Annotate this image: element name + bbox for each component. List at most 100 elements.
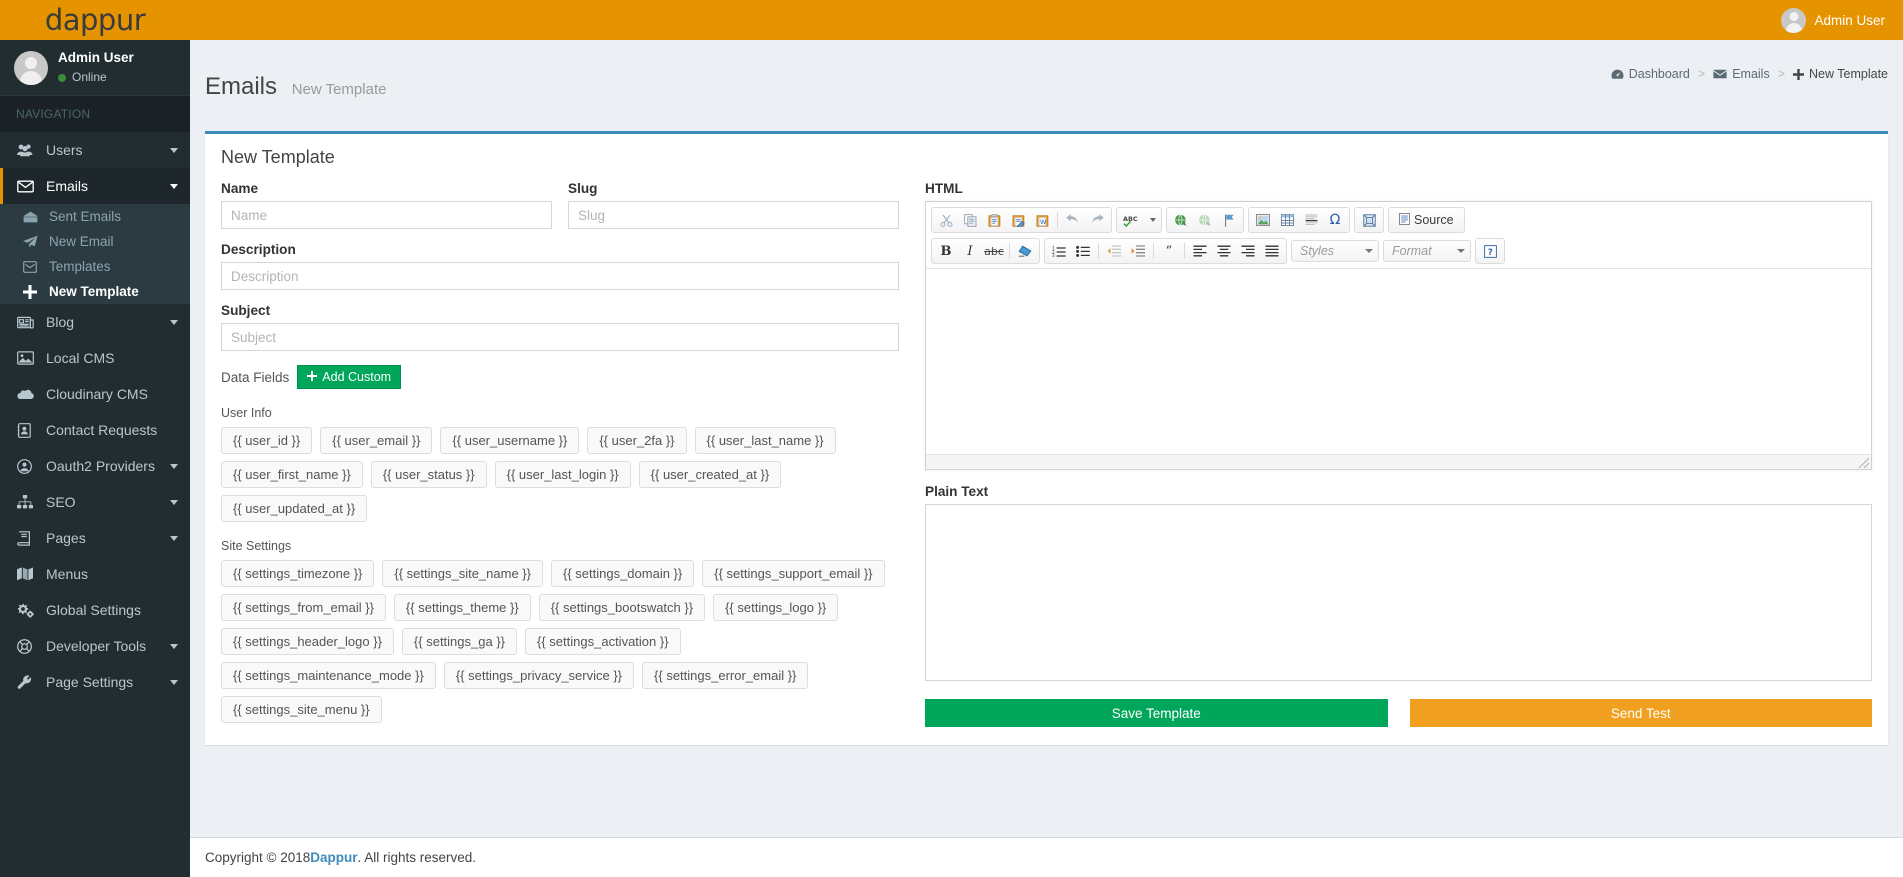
- data-field-tag[interactable]: {{ settings_maintenance_mode }}: [221, 662, 436, 689]
- html-editor-content[interactable]: [926, 269, 1871, 454]
- sidebar-item-page-settings[interactable]: Page Settings: [0, 664, 190, 700]
- anchor-icon[interactable]: [1218, 210, 1240, 230]
- box-body: Name Slug Description Subject: [205, 176, 1888, 745]
- numbered-list-icon[interactable]: 123: [1048, 241, 1070, 261]
- plus-icon: [307, 370, 317, 384]
- redo-icon[interactable]: [1086, 210, 1108, 230]
- sidebar-item-seo[interactable]: SEO: [0, 484, 190, 520]
- bold-icon[interactable]: B: [935, 241, 957, 261]
- name-input[interactable]: [221, 201, 552, 229]
- horizontal-rule-icon[interactable]: [1300, 210, 1322, 230]
- sidebar-item-oauth2-providers[interactable]: Oauth2 Providers: [0, 448, 190, 484]
- sidebar-item-label: Developer Tools: [46, 638, 164, 654]
- data-field-tag[interactable]: {{ user_last_name }}: [695, 427, 836, 454]
- data-field-tag[interactable]: {{ settings_site_menu }}: [221, 696, 382, 723]
- data-field-tag[interactable]: {{ user_2fa }}: [587, 427, 686, 454]
- plain-text-textarea[interactable]: [925, 504, 1872, 681]
- paste-icon[interactable]: [983, 210, 1005, 230]
- maximize-icon[interactable]: [1358, 210, 1380, 230]
- data-field-tag[interactable]: {{ user_updated_at }}: [221, 495, 367, 522]
- sidebar-logo[interactable]: dappur: [0, 0, 190, 40]
- data-field-tag[interactable]: {{ user_created_at }}: [639, 461, 782, 488]
- italic-icon[interactable]: I: [959, 241, 981, 261]
- table-icon[interactable]: [1276, 210, 1298, 230]
- sidebar-item-blog[interactable]: Blog: [0, 304, 190, 340]
- unlink-icon[interactable]: [1194, 210, 1216, 230]
- resize-handle-icon[interactable]: [1859, 458, 1869, 468]
- sidebar-item-cloudinary-cms[interactable]: Cloudinary CMS: [0, 376, 190, 412]
- sidebar-subitem-templates[interactable]: Templates: [0, 254, 190, 279]
- data-field-tag[interactable]: {{ settings_from_email }}: [221, 594, 386, 621]
- align-center-icon[interactable]: [1213, 241, 1235, 261]
- data-field-tag[interactable]: {{ settings_error_email }}: [642, 662, 808, 689]
- data-field-tag[interactable]: {{ user_last_login }}: [495, 461, 631, 488]
- data-field-tag[interactable]: {{ settings_header_logo }}: [221, 628, 394, 655]
- sidebar-item-label: Cloudinary CMS: [46, 386, 178, 402]
- special-char-icon[interactable]: Ω: [1324, 210, 1346, 230]
- align-left-icon[interactable]: [1189, 241, 1211, 261]
- name-group: Name: [221, 181, 552, 229]
- data-field-tag[interactable]: {{ settings_theme }}: [394, 594, 531, 621]
- data-field-tag[interactable]: {{ user_email }}: [320, 427, 432, 454]
- copy-icon[interactable]: [959, 210, 981, 230]
- data-field-tag[interactable]: {{ user_first_name }}: [221, 461, 363, 488]
- sidebar-subitem-new-template[interactable]: New Template: [0, 279, 190, 304]
- sidebar-item-developer-tools[interactable]: Developer Tools: [0, 628, 190, 664]
- add-custom-button[interactable]: Add Custom: [297, 365, 401, 389]
- description-input[interactable]: [221, 262, 899, 290]
- bulleted-list-icon[interactable]: [1072, 241, 1094, 261]
- data-field-tag[interactable]: {{ user_status }}: [371, 461, 487, 488]
- data-field-tag[interactable]: {{ user_id }}: [221, 427, 312, 454]
- link-icon[interactable]: [1170, 210, 1192, 230]
- slug-input[interactable]: [568, 201, 899, 229]
- data-field-tag[interactable]: {{ user_username }}: [440, 427, 579, 454]
- undo-icon[interactable]: [1062, 210, 1084, 230]
- breadcrumb-item-dashboard[interactable]: Dashboard: [1611, 67, 1690, 81]
- sidebar-item-emails[interactable]: Emails: [0, 168, 190, 204]
- editor-toolbar-row-1: W: [931, 206, 1866, 234]
- data-field-tag[interactable]: {{ settings_site_name }}: [382, 560, 543, 587]
- blockquote-icon[interactable]: ”: [1158, 241, 1180, 261]
- data-field-tag[interactable]: {{ settings_domain }}: [551, 560, 694, 587]
- data-field-tag[interactable]: {{ settings_support_email }}: [702, 560, 884, 587]
- align-right-icon[interactable]: [1237, 241, 1259, 261]
- sidebar-item-contact-requests[interactable]: Contact Requests: [0, 412, 190, 448]
- data-field-tag[interactable]: {{ settings_logo }}: [713, 594, 838, 621]
- remove-format-icon[interactable]: [1014, 241, 1036, 261]
- source-button[interactable]: Source: [1392, 210, 1461, 230]
- help-icon[interactable]: ?: [1479, 241, 1501, 261]
- sidebar-subitem-sent-emails[interactable]: Sent Emails: [0, 204, 190, 229]
- spellcheck-icon[interactable]: ABC: [1120, 210, 1146, 230]
- send-test-button[interactable]: Send Test: [1410, 699, 1873, 727]
- cut-icon[interactable]: [935, 210, 957, 230]
- box-header: New Template: [205, 134, 1888, 176]
- paste-word-icon[interactable]: W: [1031, 210, 1053, 230]
- sidebar-item-global-settings[interactable]: Global Settings: [0, 592, 190, 628]
- topbar-user-menu[interactable]: Admin User: [1773, 0, 1893, 40]
- styles-dropdown[interactable]: Styles: [1291, 240, 1379, 262]
- data-field-tag[interactable]: {{ settings_ga }}: [402, 628, 517, 655]
- sidebar-item-pages[interactable]: Pages: [0, 520, 190, 556]
- strikethrough-icon[interactable]: abc: [983, 241, 1005, 261]
- chevron-down-icon[interactable]: [1148, 210, 1158, 230]
- data-field-tag[interactable]: {{ settings_privacy_service }}: [444, 662, 634, 689]
- save-template-button[interactable]: Save Template: [925, 699, 1388, 727]
- justify-icon[interactable]: [1261, 241, 1283, 261]
- page-title-sub: New Template: [292, 81, 387, 98]
- subject-input[interactable]: [221, 323, 899, 351]
- paste-text-icon[interactable]: [1007, 210, 1029, 230]
- sidebar-item-menus[interactable]: Menus: [0, 556, 190, 592]
- breadcrumb-separator: >: [1698, 67, 1705, 81]
- outdent-icon[interactable]: [1103, 241, 1125, 261]
- sidebar-item-local-cms[interactable]: Local CMS: [0, 340, 190, 376]
- indent-icon[interactable]: [1127, 241, 1149, 261]
- sidebar-item-users[interactable]: Users: [0, 132, 190, 168]
- data-field-tag[interactable]: {{ settings_activation }}: [525, 628, 681, 655]
- data-field-tag[interactable]: {{ settings_timezone }}: [221, 560, 374, 587]
- footer-brand-link[interactable]: Dappur: [310, 850, 357, 865]
- image-icon[interactable]: [1252, 210, 1274, 230]
- format-dropdown[interactable]: Format: [1383, 240, 1471, 262]
- data-field-tag[interactable]: {{ settings_bootswatch }}: [539, 594, 705, 621]
- breadcrumb-item-emails[interactable]: Emails: [1713, 67, 1770, 81]
- sidebar-subitem-new-email[interactable]: New Email: [0, 229, 190, 254]
